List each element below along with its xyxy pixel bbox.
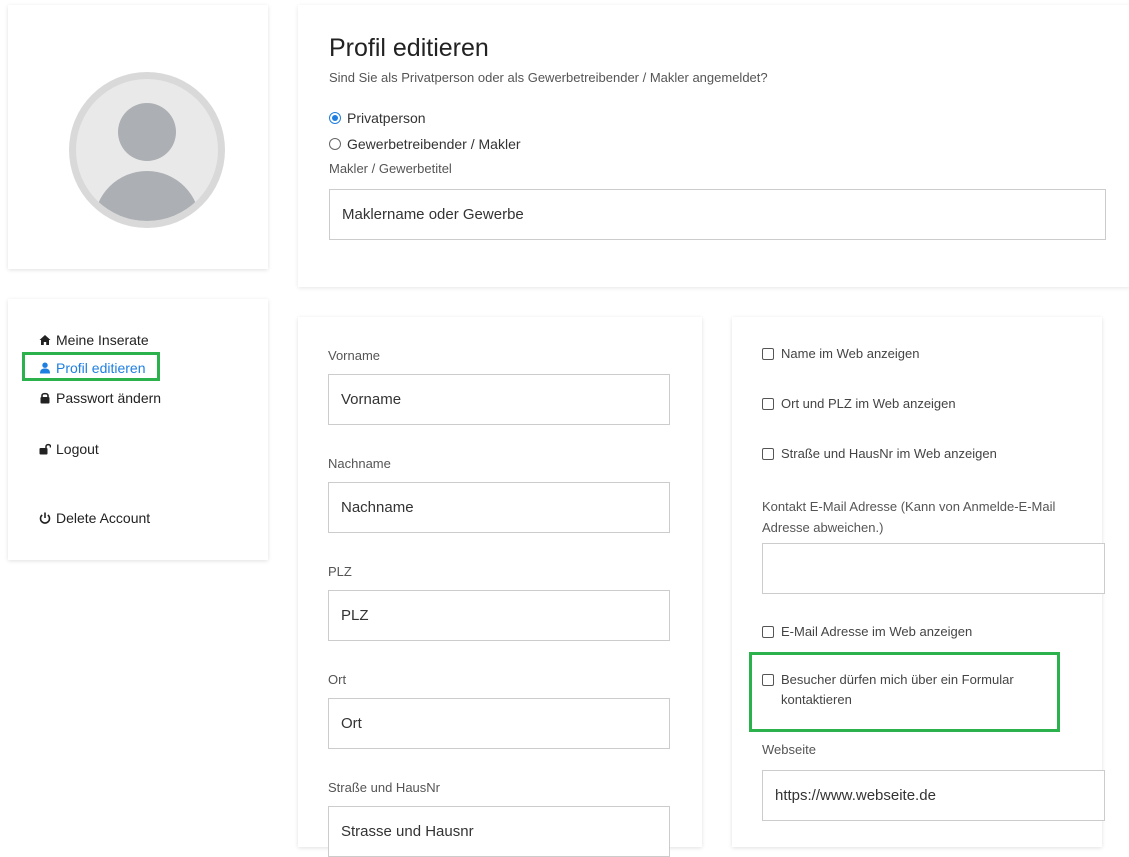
unlock-icon (39, 443, 52, 455)
lastname-label: Nachname (328, 456, 391, 471)
nav-item-label: Passwort ändern (56, 390, 162, 406)
contact-email-label: Kontakt E-Mail Adresse (Kann von Anmelde… (762, 499, 1056, 535)
city-input[interactable] (328, 698, 670, 749)
checkbox-label: E-Mail Adresse im Web anzeigen (781, 624, 973, 639)
show-name-checkbox[interactable]: Name im Web anzeigen (762, 344, 920, 364)
firstname-input[interactable] (328, 374, 670, 425)
nav-item-passwort-aendern[interactable]: Passwort ändern (39, 390, 161, 406)
radio-label: Gewerbetreibender / Makler (347, 136, 521, 152)
home-icon (39, 334, 51, 346)
checkbox-label: Straße und HausNr im Web anzeigen (781, 446, 997, 461)
power-icon (39, 512, 51, 524)
nav-item-label: Delete Account (56, 510, 151, 526)
profile-type-card: Profil editieren Sind Sie als Privatpers… (298, 5, 1129, 287)
checkbox-icon[interactable] (762, 448, 774, 460)
radio-checked-icon[interactable] (329, 112, 341, 124)
radio-label: Privatperson (347, 110, 426, 126)
personal-data-card: Vorname Nachname PLZ Ort Straße und Haus… (298, 317, 702, 857)
street-label: Straße und HausNr (328, 780, 440, 795)
account-nav: Meine Inserate Profil editieren Passwort… (8, 299, 268, 560)
checkbox-icon[interactable] (762, 626, 774, 638)
avatar-card (8, 5, 268, 269)
nav-item-label: Logout (56, 441, 99, 457)
radio-unchecked-icon[interactable] (329, 138, 341, 150)
highlight-frame (749, 652, 1060, 732)
nav-item-logout[interactable]: Logout (39, 441, 99, 457)
avatar-placeholder-icon (76, 79, 218, 221)
nav-item-delete-account[interactable]: Delete Account (39, 510, 150, 526)
website-input[interactable] (762, 770, 1105, 821)
show-city-checkbox[interactable]: Ort und PLZ im Web anzeigen (762, 394, 956, 414)
radio-gewerbetreibender[interactable]: Gewerbetreibender / Makler (329, 136, 521, 152)
business-title-label: Makler / Gewerbetitel (329, 161, 452, 176)
highlight-frame (22, 352, 160, 381)
firstname-label: Vorname (328, 348, 381, 363)
city-label: Ort (328, 672, 347, 687)
show-street-checkbox[interactable]: Straße und HausNr im Web anzeigen (762, 444, 997, 464)
zip-input[interactable] (328, 590, 670, 641)
checkbox-label: Ort und PLZ im Web anzeigen (781, 396, 956, 411)
account-type-question: Sind Sie als Privatperson oder als Gewer… (329, 70, 768, 85)
radio-privatperson[interactable]: Privatperson (329, 110, 426, 126)
checkbox-label: Name im Web anzeigen (781, 346, 920, 361)
zip-label: PLZ (328, 564, 352, 579)
avatar[interactable] (69, 72, 225, 228)
visibility-settings-card: Name im Web anzeigen Ort und PLZ im Web … (732, 317, 1105, 847)
business-title-input[interactable] (329, 189, 1106, 240)
lock-icon (39, 392, 51, 404)
checkbox-icon[interactable] (762, 398, 774, 410)
street-input[interactable] (328, 806, 670, 857)
website-label: Webseite (762, 742, 816, 757)
contact-email-input[interactable] (762, 543, 1105, 594)
lastname-input[interactable] (328, 482, 670, 533)
page-title: Profil editieren (329, 34, 489, 62)
checkbox-icon[interactable] (762, 348, 774, 360)
nav-item-label: Meine Inserate (56, 332, 149, 348)
show-email-checkbox[interactable]: E-Mail Adresse im Web anzeigen (762, 622, 972, 642)
nav-item-meine-inserate[interactable]: Meine Inserate (39, 332, 149, 348)
